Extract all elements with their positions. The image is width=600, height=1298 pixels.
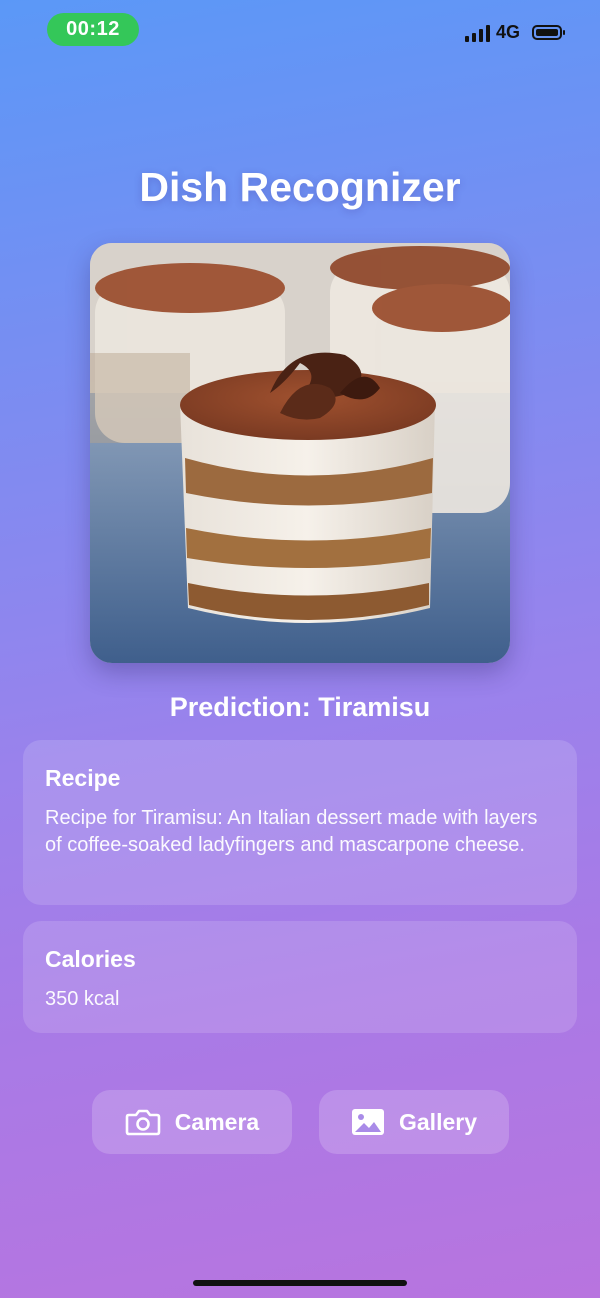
network-type: 4G <box>495 22 520 42</box>
prediction-label: Prediction: Tiramisu <box>169 692 431 722</box>
calories-card-body: 350 kcal <box>45 988 120 1010</box>
status-bar: 00:12 4G <box>0 0 600 60</box>
cellular-signal-icon <box>464 24 490 42</box>
page-title: Dish Recognizer <box>139 164 461 210</box>
recipe-card: Recipe Recipe for Tiramisu: An Italian d… <box>23 740 577 905</box>
dish-photo <box>90 243 510 663</box>
recipe-card-title: Recipe <box>45 765 121 791</box>
camera-button-label: Camera <box>174 1108 260 1135</box>
app-screen: 00:12 4G Dish Recognizer Prediction: Tir… <box>0 0 600 1298</box>
battery-icon <box>532 25 565 40</box>
camera-icon <box>125 1108 161 1136</box>
status-time: 00:12 <box>47 13 139 46</box>
calories-card-title: Calories <box>45 946 136 972</box>
image-icon <box>351 1108 385 1136</box>
recipe-card-body: Recipe for Tiramisu: An Italian dessert … <box>45 807 538 856</box>
status-indicators: 4G <box>464 22 565 43</box>
calories-card: Calories 350 kcal <box>23 921 577 1033</box>
gallery-button-label: Gallery <box>399 1108 477 1135</box>
gallery-button[interactable]: Gallery <box>319 1090 509 1154</box>
camera-button[interactable]: Camera <box>92 1090 292 1154</box>
home-indicator[interactable] <box>193 1280 407 1286</box>
